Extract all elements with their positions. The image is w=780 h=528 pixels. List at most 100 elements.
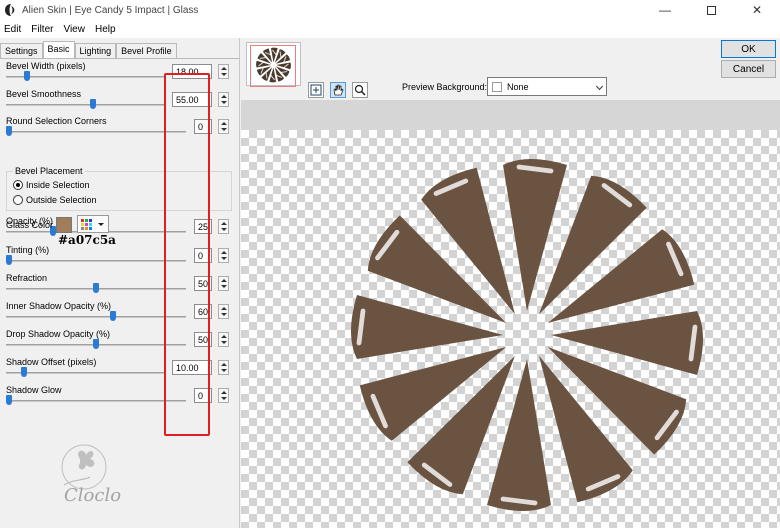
bevel-width-pixels-spinner[interactable] <box>218 64 229 79</box>
spin-up-icon[interactable] <box>221 95 227 98</box>
window-title: Alien Skin | Eye Candy 5 Impact | Glass <box>22 4 199 16</box>
menu-edit[interactable]: Edit <box>0 24 27 35</box>
maximize-button[interactable] <box>688 0 734 20</box>
spin-down-icon[interactable] <box>221 128 227 131</box>
preview-canvas[interactable] <box>241 130 780 528</box>
outside-selection-radio[interactable]: Outside Selection <box>13 195 97 205</box>
spin-down-icon[interactable] <box>221 397 227 400</box>
spin-up-icon[interactable] <box>221 122 227 125</box>
bevel-width-pixels-slider-thumb[interactable] <box>24 71 31 81</box>
bevel-smoothness-slider-track[interactable] <box>6 104 164 106</box>
tinting-slider-thumb[interactable] <box>6 255 12 265</box>
navigator-thumbnail[interactable] <box>246 42 301 87</box>
tab-lighting[interactable]: Lighting <box>74 43 117 59</box>
shadow-glow-slider-track[interactable] <box>6 400 186 402</box>
hand-tool-button[interactable] <box>330 82 346 98</box>
spin-up-icon[interactable] <box>221 363 227 366</box>
preview-background-label: Preview Background: <box>402 82 488 92</box>
outside-selection-label: Outside Selection <box>26 195 97 205</box>
preview-area: Preview Background: None OK Cancel <box>241 38 780 528</box>
refraction-spinner[interactable] <box>218 276 229 291</box>
inner-shadow-opacity-slider-track[interactable] <box>6 316 186 318</box>
navigate-tool-button[interactable] <box>308 82 324 98</box>
glass-color-label: Glass Color <box>6 220 54 230</box>
shadow-offset-pixels-label: Shadow Offset (pixels) <box>6 357 97 367</box>
minimize-icon: — <box>659 3 671 17</box>
tinting-slider-track[interactable] <box>6 260 186 262</box>
eye-candy-window: Alien Skin | Eye Candy 5 Impact | Glass … <box>0 0 780 528</box>
shadow-glow-slider-thumb[interactable] <box>6 395 12 405</box>
preview-image <box>351 159 703 511</box>
spin-up-icon[interactable] <box>221 391 227 394</box>
spin-up-icon[interactable] <box>221 251 227 254</box>
ok-button[interactable]: OK <box>721 40 776 58</box>
refraction-slider-thumb[interactable] <box>93 283 99 293</box>
glass-color-swatch[interactable] <box>56 217 72 233</box>
menu-view[interactable]: View <box>59 24 91 35</box>
menu-bar: Edit Filter View Help <box>0 20 780 38</box>
shadow-offset-pixels-slider-thumb[interactable] <box>21 367 28 377</box>
color-annotation: #a07c5a <box>58 233 116 247</box>
spin-up-icon[interactable] <box>221 222 227 225</box>
drop-shadow-opacity-spinner[interactable] <box>218 332 229 347</box>
preview-background-value: None <box>507 82 529 92</box>
tab-bevel-profile[interactable]: Bevel Profile <box>116 43 177 59</box>
spin-up-icon[interactable] <box>221 67 227 70</box>
drop-shadow-opacity-label: Drop Shadow Opacity (%) <box>6 329 111 339</box>
shadow-offset-pixels-slider-track[interactable] <box>6 372 164 374</box>
checker-swatch-icon <box>492 82 502 92</box>
shadow-glow-label: Shadow Glow <box>6 385 62 395</box>
color-picker-button[interactable] <box>77 215 109 233</box>
preview-background-select[interactable]: None <box>487 77 607 96</box>
spin-down-icon[interactable] <box>221 73 227 76</box>
inside-selection-radio[interactable]: Inside Selection <box>13 180 90 190</box>
tab-strip: Settings Basic Lighting Bevel Profile <box>0 41 177 59</box>
spin-down-icon[interactable] <box>221 257 227 260</box>
highlight-annotation-box <box>164 73 210 436</box>
close-icon: ✕ <box>751 3 763 17</box>
round-selection-corners-spinner[interactable] <box>218 119 229 134</box>
spin-down-icon[interactable] <box>221 369 227 372</box>
minimize-button[interactable]: — <box>642 0 688 20</box>
menu-filter[interactable]: Filter <box>27 24 59 35</box>
bevel-smoothness-spinner[interactable] <box>218 92 229 107</box>
drop-shadow-opacity-slider-thumb[interactable] <box>93 339 99 349</box>
color-grid-icon <box>81 219 104 230</box>
radio-unchecked-icon <box>13 195 23 205</box>
shadow-offset-pixels-spinner[interactable] <box>218 360 229 375</box>
settings-panel: Settings Basic Lighting Bevel Profile Be… <box>0 38 240 528</box>
title-bar: Alien Skin | Eye Candy 5 Impact | Glass … <box>0 0 780 20</box>
close-button[interactable]: ✕ <box>734 0 780 20</box>
refraction-label: Refraction <box>6 273 48 283</box>
cancel-button[interactable]: Cancel <box>721 60 776 78</box>
bevel-smoothness-slider-thumb[interactable] <box>89 99 96 109</box>
spin-down-icon[interactable] <box>221 228 227 231</box>
bevel-width-pixels-label: Bevel Width (pixels) <box>6 61 86 71</box>
watermark-logo: Cloclo <box>61 444 121 506</box>
spin-up-icon[interactable] <box>221 279 227 282</box>
radio-checked-icon <box>13 180 23 190</box>
tab-settings[interactable]: Settings <box>0 43 43 59</box>
zoom-icon <box>354 84 366 96</box>
menu-help[interactable]: Help <box>91 24 122 35</box>
round-selection-corners-slider-thumb[interactable] <box>6 126 12 136</box>
spin-down-icon[interactable] <box>221 101 227 104</box>
inner-shadow-opacity-slider-thumb[interactable] <box>110 311 117 321</box>
shadow-glow-spinner[interactable] <box>218 388 229 403</box>
opacity-spinner[interactable] <box>218 219 229 234</box>
zoom-tool-button[interactable] <box>352 82 368 98</box>
round-selection-corners-label: Round Selection Corners <box>6 116 107 126</box>
bevel-placement-legend: Bevel Placement <box>13 166 85 176</box>
round-selection-corners-slider-track[interactable] <box>6 131 186 133</box>
inner-shadow-opacity-spinner[interactable] <box>218 304 229 319</box>
watermark-text: Cloclo <box>64 485 121 506</box>
spin-down-icon[interactable] <box>221 313 227 316</box>
spin-down-icon[interactable] <box>221 341 227 344</box>
app-icon <box>5 4 15 16</box>
spin-up-icon[interactable] <box>221 335 227 338</box>
tinting-spinner[interactable] <box>218 248 229 263</box>
preview-header-strip <box>241 100 780 130</box>
spin-down-icon[interactable] <box>221 285 227 288</box>
spin-up-icon[interactable] <box>221 307 227 310</box>
tab-basic[interactable]: Basic <box>42 41 75 59</box>
